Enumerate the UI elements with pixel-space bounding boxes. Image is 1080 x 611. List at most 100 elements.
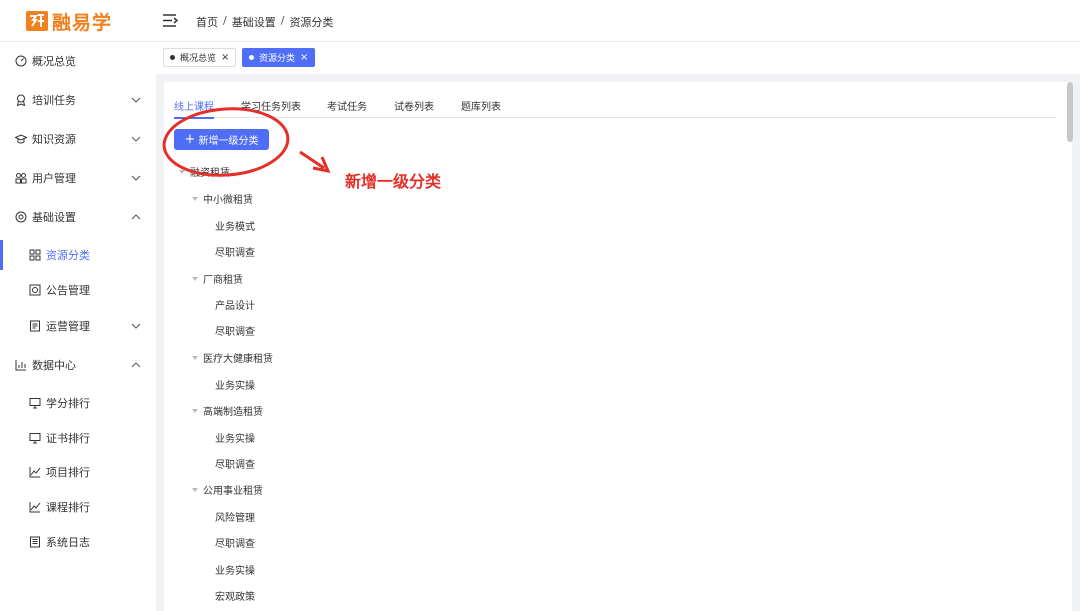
chevron-down-icon	[131, 97, 141, 103]
sidebar: 概况总览 培训任务 知识资源 用户管理 基础设置 资源分类 公告管理 运营管理 …	[0, 42, 156, 611]
tree-node[interactable]: 尽职调查	[215, 323, 255, 338]
sidebar-item-project-ranking[interactable]: 项目排行	[0, 457, 156, 487]
sidebar-item-knowledge[interactable]: 知识资源	[0, 124, 156, 154]
sidebar-item-label: 学分排行	[46, 397, 90, 410]
sidebar-item-label: 证书排行	[46, 432, 90, 445]
tab-online-courses[interactable]: 线上课程	[174, 98, 214, 119]
breadcrumb-separator: /	[223, 14, 227, 27]
sidebar-item-credit-ranking[interactable]: 学分排行	[0, 388, 156, 418]
caret-down-icon[interactable]	[191, 354, 199, 362]
tree-node[interactable]: 宏观政策	[215, 588, 255, 603]
sidebar-item-users[interactable]: 用户管理	[0, 163, 156, 193]
tree-node[interactable]: 融资租赁	[178, 164, 230, 179]
tree-node[interactable]: 业务模式	[215, 218, 255, 233]
line-chart-icon	[29, 502, 41, 513]
tree-node[interactable]: 中小微租赁	[191, 191, 253, 206]
breadcrumb-item-current: 资源分类	[289, 16, 334, 29]
tab-question-bank[interactable]: 题库列表	[461, 98, 501, 118]
tree-node-label: 融资租赁	[190, 168, 230, 179]
caret-down-icon[interactable]	[191, 407, 199, 415]
caret-down-icon[interactable]	[191, 486, 199, 494]
tree-node[interactable]: 尽职调查	[215, 535, 255, 550]
tag-resource-category[interactable]: 资源分类 ×	[242, 48, 316, 67]
sidebar-item-label: 基础设置	[32, 211, 76, 224]
graduation-cap-icon	[15, 134, 27, 144]
tree-node[interactable]: 业务实操	[215, 377, 255, 392]
tree-node[interactable]: 厂商租赁	[191, 271, 243, 286]
tree-node[interactable]: 尽职调查	[215, 244, 255, 259]
tab-exam-tasks[interactable]: 考试任务	[327, 98, 367, 118]
plus-icon: +	[184, 132, 196, 147]
sidebar-item-system-log[interactable]: 系统日志	[0, 527, 156, 557]
tag-bar: 概况总览 × 资源分类 ×	[156, 42, 1080, 74]
tree-node-label: 业务实操	[215, 381, 255, 392]
tree-node-label: 业务实操	[215, 434, 255, 445]
tag-overview[interactable]: 概况总览 ×	[163, 48, 237, 67]
tree-node-label: 尽职调查	[215, 327, 255, 338]
chevron-up-icon	[131, 214, 141, 220]
tree-node[interactable]: 医疗大健康租赁	[191, 350, 273, 365]
breadcrumb-item-settings[interactable]: 基础设置	[232, 14, 276, 30]
caret-down-icon[interactable]	[178, 168, 186, 176]
chevron-down-icon	[131, 175, 141, 181]
chevron-down-icon	[131, 323, 141, 329]
tree-node-label: 产品设计	[215, 301, 255, 312]
breadcrumb-item-home[interactable]: 首页	[196, 14, 218, 30]
sidebar-item-data-center[interactable]: 数据中心	[0, 350, 156, 380]
sidebar-item-resource-category[interactable]: 资源分类	[0, 240, 156, 270]
sidebar-item-label: 数据中心	[32, 359, 76, 372]
sidebar-item-certificate-ranking[interactable]: 证书排行	[0, 423, 156, 453]
tree-node-label: 高端制造租赁	[203, 407, 263, 418]
caret-down-icon[interactable]	[191, 275, 199, 283]
log-icon	[30, 536, 40, 548]
add-top-category-button[interactable]: + 新增一级分类	[174, 129, 269, 150]
tree-node[interactable]: 高端制造租赁	[191, 403, 263, 418]
sidebar-item-label: 系统日志	[46, 536, 90, 549]
scrollbar[interactable]	[1067, 82, 1073, 142]
line-chart-icon	[29, 467, 41, 478]
tree-node-label: 公用事业租赁	[203, 486, 263, 497]
content-card	[164, 82, 1072, 611]
annotation-label: 新增一级分类	[345, 172, 442, 191]
monitor-icon	[29, 433, 41, 444]
tree-node[interactable]: 公用事业租赁	[191, 482, 263, 497]
logo-mark-icon	[26, 11, 48, 31]
notice-icon	[29, 284, 41, 296]
tree-node[interactable]: 尽职调查	[215, 456, 255, 471]
sidebar-item-label: 运营管理	[46, 320, 90, 333]
tree-node[interactable]: 风险管理	[215, 509, 255, 524]
tab-bar: 线上课程 学习任务列表 考试任务 试卷列表 题库列表	[174, 98, 1056, 119]
sidebar-item-label: 资源分类	[46, 249, 90, 262]
close-icon[interactable]: ×	[300, 52, 308, 63]
logo-text: 融易学	[52, 11, 113, 34]
sidebar-item-label: 知识资源	[32, 133, 76, 146]
sidebar-item-course-ranking[interactable]: 课程排行	[0, 492, 156, 522]
chevron-up-icon	[131, 362, 141, 368]
breadcrumb-separator: /	[280, 14, 285, 27]
logo: 融易学	[26, 9, 113, 34]
users-icon	[15, 173, 27, 184]
tree-node[interactable]: 产品设计	[215, 297, 255, 312]
tree-node[interactable]: 业务实操	[215, 562, 255, 577]
tag-label: 概况总览	[180, 54, 217, 64]
menu-toggle-icon[interactable]	[163, 14, 178, 27]
tree-node-label: 尽职调查	[215, 460, 255, 471]
sidebar-item-label: 概况总览	[32, 55, 76, 68]
tab-paper-list[interactable]: 试卷列表	[394, 98, 434, 118]
sidebar-item-label: 课程排行	[46, 501, 90, 514]
tree-node-label: 尽职调查	[215, 248, 255, 259]
sidebar-item-training[interactable]: 培训任务	[0, 85, 156, 115]
award-icon	[16, 94, 26, 106]
sidebar-item-overview[interactable]: 概况总览	[0, 46, 156, 76]
tree-node-label: 风险管理	[215, 513, 255, 524]
sidebar-item-operations[interactable]: 运营管理	[0, 311, 156, 341]
tree-node-label: 宏观政策	[215, 592, 255, 603]
tree-node-label: 医疗大健康租赁	[203, 354, 273, 365]
close-icon[interactable]: ×	[221, 52, 229, 63]
chevron-down-icon	[131, 136, 141, 142]
tab-learning-tasks[interactable]: 学习任务列表	[241, 98, 301, 118]
caret-down-icon[interactable]	[191, 195, 199, 203]
sidebar-item-notice[interactable]: 公告管理	[0, 275, 156, 305]
tree-node[interactable]: 业务实操	[215, 430, 255, 445]
sidebar-item-basic-settings[interactable]: 基础设置	[0, 202, 156, 232]
